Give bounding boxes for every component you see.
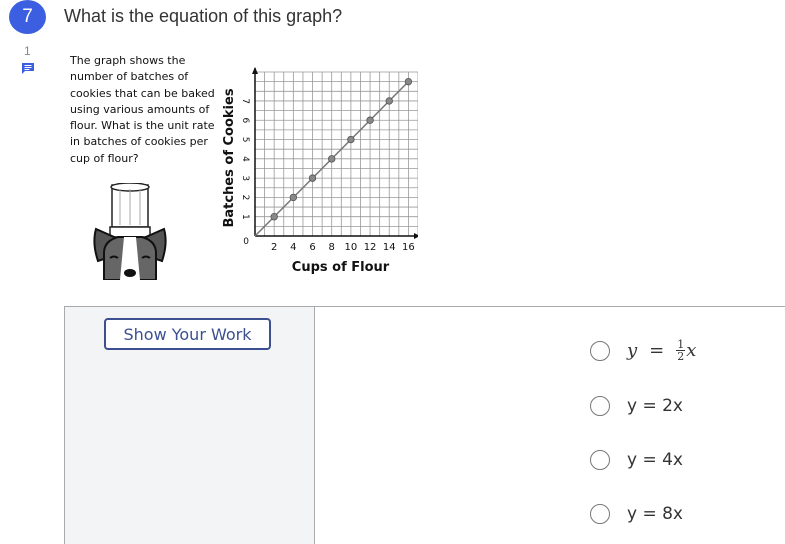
choice-2x[interactable]: y = 2x bbox=[590, 396, 683, 416]
radio-button[interactable] bbox=[590, 396, 610, 416]
choice-4x[interactable]: y = 4x bbox=[590, 450, 683, 470]
origin-label: 0 bbox=[243, 237, 249, 247]
chef-dog-mascot-image bbox=[93, 183, 167, 280]
choice-8x[interactable]: y = 8x bbox=[590, 504, 683, 524]
x-axis-arrow bbox=[414, 233, 418, 239]
y-tick-label: 2 bbox=[240, 195, 250, 201]
show-work-panel: Show Your Work bbox=[64, 306, 315, 544]
comment-count: 1 bbox=[24, 44, 31, 58]
y-axis-label: Batches of Cookies bbox=[222, 88, 237, 227]
x-tick-label: 6 bbox=[309, 242, 315, 253]
radio-button[interactable] bbox=[590, 504, 610, 524]
data-point bbox=[347, 135, 355, 144]
choice-label: y = 2x bbox=[627, 396, 683, 416]
y-tick-label: 4 bbox=[240, 156, 250, 162]
x-tick-label: 4 bbox=[290, 242, 296, 253]
data-point bbox=[404, 77, 413, 86]
answer-area-divider bbox=[313, 306, 785, 307]
x-tick-label: 2 bbox=[271, 242, 277, 253]
data-point bbox=[385, 97, 393, 105]
choice-label: y = 8x bbox=[627, 504, 683, 524]
question-prompt: The graph shows the number of batches of… bbox=[70, 54, 215, 165]
question-number-badge: 7 bbox=[9, 0, 46, 34]
x-tick-label: 10 bbox=[345, 242, 358, 253]
y-tick-label: 7 bbox=[240, 98, 250, 104]
radio-button[interactable] bbox=[590, 450, 610, 470]
choice-label: y = 12 x bbox=[627, 338, 697, 363]
radio-button[interactable] bbox=[590, 340, 610, 361]
data-point bbox=[328, 155, 336, 163]
y-axis-arrow bbox=[252, 67, 258, 74]
data-point bbox=[270, 213, 278, 221]
x-tick-label: 16 bbox=[402, 242, 415, 253]
x-tick-label: 8 bbox=[329, 242, 335, 253]
data-point bbox=[308, 174, 317, 182]
y-tick-label: 6 bbox=[240, 118, 250, 124]
y-tick-label: 3 bbox=[240, 175, 250, 181]
x-axis-label: Cups of Flour bbox=[292, 260, 390, 275]
x-tick-label: 12 bbox=[364, 242, 377, 253]
choice-label: y = 4x bbox=[627, 450, 683, 470]
x-tick-label: 14 bbox=[383, 242, 396, 253]
data-point bbox=[366, 116, 374, 124]
data-point bbox=[289, 193, 298, 202]
comment-icon[interactable] bbox=[21, 62, 35, 75]
cookies-flour-chart: 2 4 6 8 10 12 14 1612345670Cups of FlourBatches… bbox=[222, 67, 418, 275]
choice-half-x[interactable]: y = 12 x bbox=[590, 339, 696, 362]
show-your-work-button[interactable]: Show Your Work bbox=[104, 318, 271, 350]
question-title: What is the equation of this graph? bbox=[64, 6, 343, 26]
y-tick-label: 1 bbox=[240, 214, 250, 220]
y-tick-label: 5 bbox=[240, 137, 250, 143]
